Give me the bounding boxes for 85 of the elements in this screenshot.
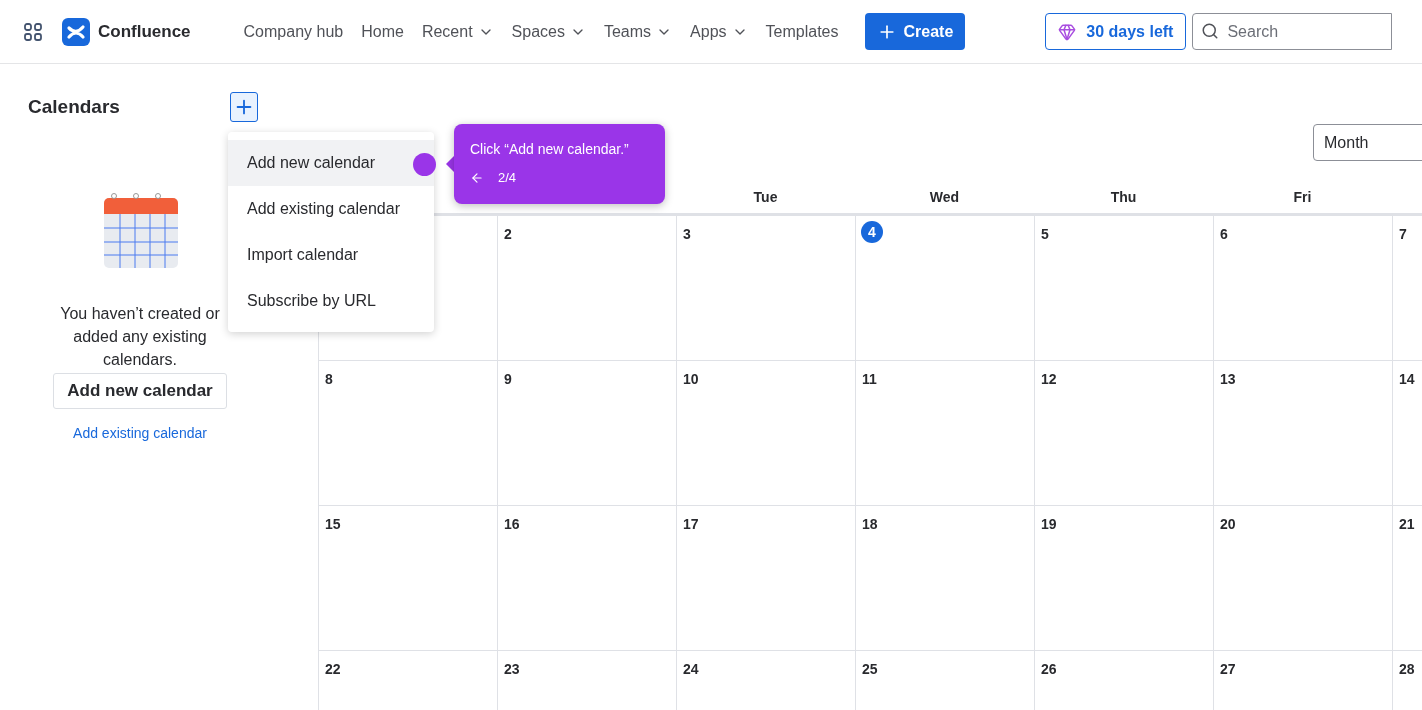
- day-number: 16: [504, 515, 520, 534]
- day-cell[interactable]: 23: [497, 651, 676, 710]
- day-number: 9: [504, 370, 512, 389]
- menu-item[interactable]: Import calendar: [228, 232, 434, 278]
- product-name: Confluence: [98, 20, 191, 43]
- logo-icon[interactable]: [62, 17, 90, 46]
- day-cell[interactable]: 26: [1034, 651, 1213, 710]
- menu-item[interactable]: Add existing calendar: [228, 186, 434, 232]
- gem-icon: [1058, 22, 1077, 41]
- day-number: 24: [683, 660, 699, 679]
- add-calendar-button[interactable]: [230, 92, 258, 122]
- day-cell[interactable]: 20: [1213, 506, 1392, 651]
- day-number: 28: [1399, 660, 1415, 679]
- tooltip-text: Click “Add new calendar.”: [470, 140, 630, 158]
- nav-item[interactable]: Templates: [758, 13, 846, 50]
- empty-state-text: You haven’t created or added any existing calendars.: [59, 304, 221, 370]
- day-number: 6: [1220, 225, 1228, 244]
- day-cell[interactable]: 13: [1213, 361, 1392, 506]
- day-cell[interactable]: 28: [1392, 651, 1422, 710]
- weekday-header: Fri: [1293, 188, 1312, 207]
- day-cell[interactable]: 14: [1392, 361, 1422, 506]
- add-existing-calendar-link[interactable]: Add existing calendar: [73, 423, 207, 444]
- nav-item[interactable]: Company hub: [236, 13, 351, 50]
- day-cell[interactable]: 25: [855, 651, 1034, 710]
- step-counter: 2/4: [498, 169, 517, 187]
- day-cell[interactable]: 27: [1213, 651, 1392, 710]
- day-number: 5: [1041, 225, 1049, 244]
- day-number: 22: [325, 660, 341, 679]
- day-cell[interactable]: 11: [855, 361, 1034, 506]
- sidebar-title: Calendars: [28, 94, 120, 119]
- day-cell[interactable]: 18: [855, 506, 1034, 651]
- day-cell[interactable]: 22: [318, 651, 497, 710]
- day-number: 8: [325, 370, 333, 389]
- view-select[interactable]: Month: [1313, 124, 1422, 161]
- day-number: 26: [1041, 660, 1057, 679]
- day-number: 15: [325, 515, 341, 534]
- trial-button[interactable]: 30 days left: [1045, 13, 1187, 50]
- day-number: 19: [1041, 515, 1057, 534]
- add-new-calendar-button[interactable]: Add new calendar: [53, 373, 227, 409]
- day-number: 3: [683, 225, 691, 244]
- day-cell[interactable]: 2: [497, 216, 676, 361]
- day-number: 18: [862, 515, 878, 534]
- day-cell[interactable]: 6: [1213, 216, 1392, 361]
- nav-item[interactable]: Apps: [683, 13, 755, 50]
- day-cell[interactable]: 15: [318, 506, 497, 651]
- search-field[interactable]: Search: [1192, 13, 1393, 50]
- nav-item[interactable]: Teams: [596, 13, 680, 50]
- weekday-header: Wed: [929, 188, 960, 207]
- day-number: 17: [683, 515, 699, 534]
- day-cell[interactable]: 8: [318, 361, 497, 506]
- weekday-header: Thu: [1110, 188, 1137, 207]
- nav-item[interactable]: Spaces: [504, 13, 593, 50]
- search-icon: [1201, 22, 1220, 40]
- day-number: 25: [862, 660, 878, 679]
- weekday-header: Tue: [753, 188, 778, 207]
- day-cell[interactable]: 12: [1034, 361, 1213, 506]
- app-switcher-icon[interactable]: [24, 22, 42, 41]
- day-cell[interactable]: 24: [676, 651, 855, 710]
- day-number: 23: [504, 660, 520, 679]
- today-badge: 4: [861, 221, 883, 243]
- day-cell[interactable]: 21: [1392, 506, 1422, 651]
- nav-item[interactable]: Home: [354, 13, 411, 50]
- day-cell[interactable]: 3: [676, 216, 855, 361]
- menu-item[interactable]: Add new calendar: [228, 140, 434, 186]
- menu-item[interactable]: Subscribe by URL: [228, 278, 434, 324]
- day-number: 11: [862, 370, 877, 389]
- day-number: 27: [1220, 660, 1236, 679]
- day-cell[interactable]: 7: [1392, 216, 1422, 361]
- day-number: 10: [683, 370, 699, 389]
- create-button[interactable]: Create: [865, 13, 966, 50]
- day-cell[interactable]: 17: [676, 506, 855, 651]
- day-number: 20: [1220, 515, 1236, 534]
- day-number: 14: [1399, 370, 1415, 389]
- day-number: 2: [504, 225, 512, 244]
- day-cell[interactable]: 9: [497, 361, 676, 506]
- day-number: 21: [1399, 515, 1415, 534]
- day-cell[interactable]: 16: [497, 506, 676, 651]
- day-cell[interactable]: 19: [1034, 506, 1213, 651]
- nav-item[interactable]: Recent: [414, 13, 501, 50]
- day-number: 13: [1220, 370, 1236, 389]
- day-number: 12: [1041, 370, 1057, 389]
- day-cell[interactable]: 4: [855, 216, 1034, 361]
- day-number: 7: [1399, 225, 1407, 244]
- day-cell[interactable]: 5: [1034, 216, 1213, 361]
- day-cell[interactable]: 10: [676, 361, 855, 506]
